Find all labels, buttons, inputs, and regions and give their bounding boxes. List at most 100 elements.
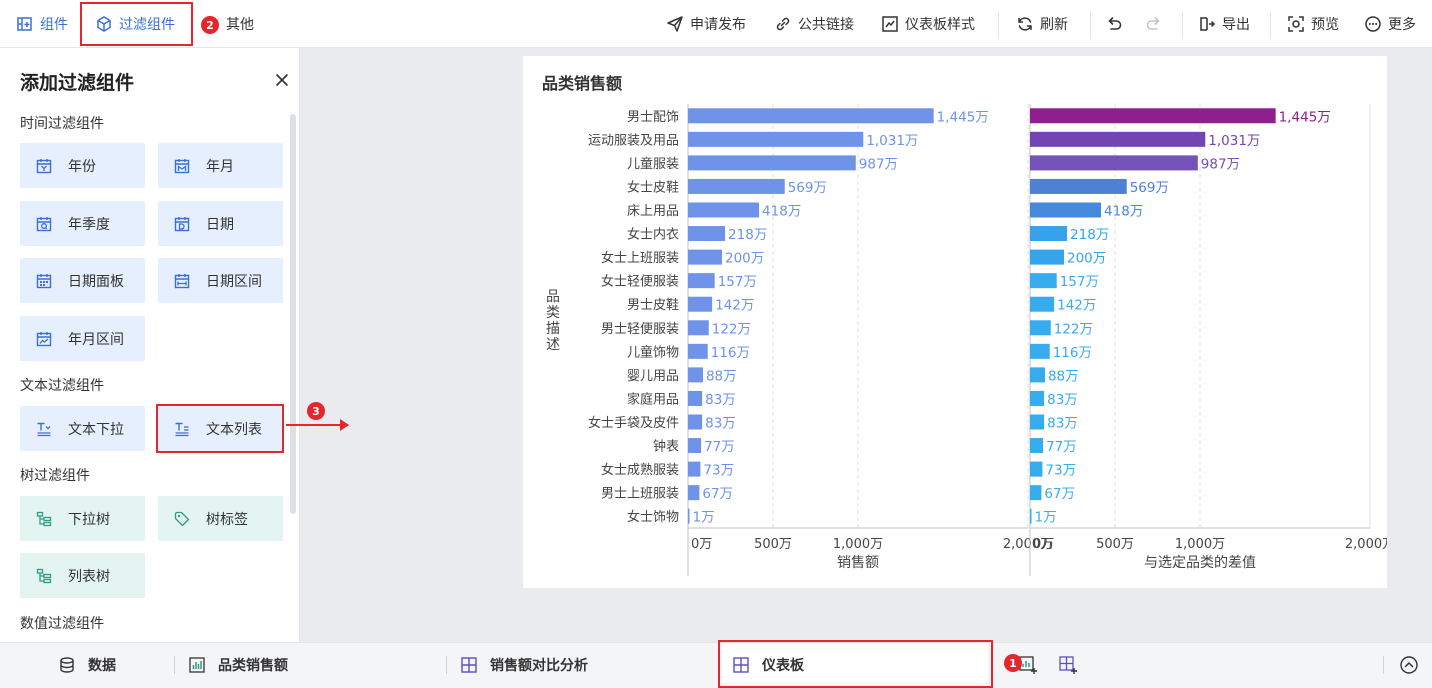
bar <box>1030 226 1068 242</box>
tile-year-month[interactable]: 年月 <box>158 143 283 188</box>
redo-button[interactable] <box>1145 0 1163 48</box>
bar <box>688 367 703 383</box>
x-tick-label: 0万 <box>691 537 712 552</box>
calendar-quarter-icon <box>36 216 52 231</box>
export-icon <box>1200 17 1216 31</box>
tile-date[interactable]: 日期 <box>158 201 283 246</box>
bar <box>1030 320 1051 336</box>
send-icon <box>667 16 683 32</box>
data-label: 1万 <box>693 510 715 526</box>
category-label: 女士内衣 <box>627 227 679 243</box>
category-label: 儿童服装 <box>627 156 679 172</box>
dashboard-style-button[interactable]: 仪表板样式 <box>881 0 975 48</box>
public-link-label: 公共链接 <box>798 17 854 33</box>
calendar-range-icon <box>174 273 190 288</box>
components-button[interactable]: 组件 <box>16 0 68 48</box>
x-tick-label: 0万 <box>1033 537 1054 552</box>
category-label: 钟表 <box>653 439 679 455</box>
tab-category-sales[interactable]: 品类销售额 <box>188 643 288 687</box>
panel-scrollbar[interactable] <box>290 114 296 514</box>
more-button[interactable]: 更多 <box>1364 0 1416 48</box>
tile-date-panel[interactable]: 日期面板 <box>20 258 145 303</box>
category-label: 女士轻便服装 <box>601 274 679 290</box>
refresh-icon <box>1018 17 1032 31</box>
refresh-button[interactable]: 刷新 <box>1016 0 1068 48</box>
tile-text-dropdown[interactable]: 文本下拉 <box>20 406 145 451</box>
more-icon <box>1365 16 1381 32</box>
tile-list-tree[interactable]: 列表树 <box>20 553 145 598</box>
tile-year-month-range[interactable]: 年月区间 <box>20 316 145 361</box>
data-label: 1,445万 <box>1279 109 1331 125</box>
add-dashboard-button[interactable] <box>1058 643 1078 687</box>
panel-title: 添加过滤组件 <box>20 72 135 94</box>
bar <box>1030 178 1127 194</box>
category-label: 女士饰物 <box>627 509 679 525</box>
data-label: 67万 <box>702 486 733 502</box>
category-label: 男士轻便服装 <box>601 322 679 337</box>
tab-divider <box>1383 656 1384 674</box>
bar <box>1030 202 1102 218</box>
tile-tree-tag[interactable]: 树标签 <box>158 496 283 541</box>
collapse-button[interactable] <box>1399 643 1419 687</box>
calendar-panel-icon <box>36 273 52 288</box>
close-button[interactable] <box>272 70 292 90</box>
tile-text-list[interactable]: 文本列表 <box>158 406 283 451</box>
filter-components-button[interactable]: 过滤组件 <box>95 0 175 48</box>
x-axis-title: 与选定品类的差值 <box>1144 555 1256 571</box>
tab-dashboard[interactable]: 仪表板 <box>732 643 804 687</box>
category-label: 家庭用品 <box>627 391 679 407</box>
apply-publish-button[interactable]: 申请发布 <box>666 0 746 48</box>
tile-label: 年月 <box>206 158 234 175</box>
tab-data[interactable]: 数据 <box>58 643 116 687</box>
data-label: 88万 <box>1048 368 1079 384</box>
bar <box>688 390 703 406</box>
export-label: 导出 <box>1222 17 1250 33</box>
data-label: 200万 <box>1067 251 1106 267</box>
close-icon <box>276 74 288 86</box>
calendar-month-icon <box>174 158 190 173</box>
bar <box>688 508 690 524</box>
tab-sales-comparison[interactable]: 销售额对比分析 <box>460 643 588 687</box>
bar <box>1030 461 1043 477</box>
tile-year[interactable]: 年份 <box>20 143 145 188</box>
data-label: 157万 <box>718 274 757 290</box>
preview-label: 预览 <box>1311 17 1339 33</box>
preview-button[interactable]: 预览 <box>1287 0 1339 48</box>
bar <box>688 296 713 312</box>
tile-label: 年份 <box>68 158 96 175</box>
category-label: 男士配饰 <box>627 110 679 125</box>
dashboard-grid-icon <box>733 657 749 673</box>
category-sales-chart[interactable]: 男士配饰运动服装及用品儿童服装女士皮鞋床上用品女士内衣女士上班服装女士轻便服装男… <box>523 56 1387 588</box>
data-label: 569万 <box>788 180 827 196</box>
category-label: 男士上班服装 <box>601 487 679 502</box>
bar <box>1030 155 1198 171</box>
bar <box>1030 485 1042 501</box>
numeric-filter-section-title: 数值过滤组件 <box>20 616 104 632</box>
tile-dropdown-tree[interactable]: 下拉树 <box>20 496 145 541</box>
tile-date-range[interactable]: 日期区间 <box>158 258 283 303</box>
category-label: 儿童饰物 <box>627 344 679 360</box>
bar <box>1030 296 1055 312</box>
tree-filter-section-title: 树过滤组件 <box>20 468 90 484</box>
x-tick-label: 1,000万 <box>1175 537 1225 552</box>
tree-list-icon <box>36 568 52 583</box>
bar <box>688 273 715 289</box>
bar <box>1030 108 1276 124</box>
undo-button[interactable] <box>1105 0 1123 48</box>
add-dashboard-icon <box>1059 656 1077 674</box>
bar <box>1030 249 1064 265</box>
data-label: 1,031万 <box>866 133 918 149</box>
public-link-button[interactable]: 公共链接 <box>774 0 854 48</box>
category-label: 床上用品 <box>627 204 679 219</box>
bar <box>1030 367 1045 383</box>
bar <box>1030 390 1045 406</box>
others-button[interactable]: 其他 <box>226 0 254 48</box>
others-label: 其他 <box>226 17 254 33</box>
refresh-label: 刷新 <box>1040 17 1068 33</box>
data-label: 83万 <box>705 392 736 408</box>
export-button[interactable]: 导出 <box>1198 0 1250 48</box>
drag-arrow-head <box>340 419 349 431</box>
data-label: 569万 <box>1130 180 1169 196</box>
tile-year-quarter[interactable]: 年季度 <box>20 201 145 246</box>
data-label: 987万 <box>859 156 898 172</box>
